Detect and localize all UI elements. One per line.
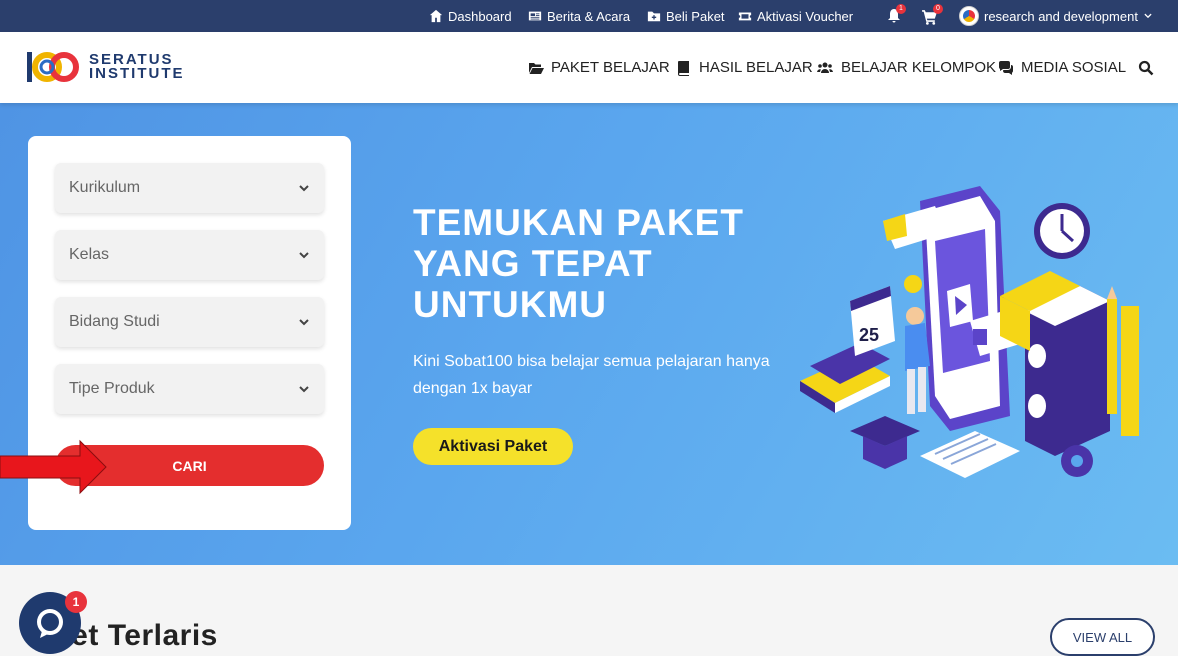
kurikulum-select[interactable]: Kurikulum	[55, 163, 324, 213]
aktivasi-paket-label: Aktivasi Paket	[438, 437, 548, 455]
top-bar: Dashboard Berita & Acara Beli Paket Akti…	[0, 0, 1178, 32]
notification-badge: 1	[896, 4, 906, 14]
main-header: SERATUS INSTITUTE PAKET BELAJAR HASIL BE…	[0, 32, 1178, 103]
nav-belajar-kelompok[interactable]: BELAJAR KELOMPOK	[816, 32, 996, 103]
chat-badge: 1	[65, 591, 87, 613]
folder-plus-icon	[647, 11, 661, 22]
chevron-down-icon	[299, 185, 309, 192]
hero-title: TEMUKAN PAKET YANG TEPAT UNTUKMU	[413, 202, 773, 325]
dashboard-link[interactable]: Dashboard	[429, 0, 512, 32]
aktivasi-paket-button[interactable]: Aktivasi Paket	[413, 428, 573, 465]
news-link[interactable]: Berita & Acara	[528, 0, 630, 32]
view-all-button[interactable]: VIEW ALL	[1050, 618, 1155, 656]
comments-icon	[998, 60, 1013, 75]
news-label: Berita & Acara	[547, 8, 631, 24]
folder-open-icon	[529, 62, 544, 74]
chevron-down-icon	[1144, 13, 1152, 19]
chevron-down-icon	[299, 386, 309, 393]
hero-title-line: YANG TEPAT	[413, 243, 653, 284]
book-icon	[678, 60, 689, 76]
search-icon	[1138, 60, 1154, 75]
logo-line-2: INSTITUTE	[89, 65, 185, 82]
tipe-produk-select[interactable]: Tipe Produk	[55, 364, 324, 414]
home-icon	[429, 9, 443, 23]
nav-paket-belajar[interactable]: PAKET BELAJAR	[528, 32, 670, 103]
hero-section: Kurikulum Kelas Bidang Studi Tipe Produk…	[0, 103, 1178, 565]
buy-package-link[interactable]: Beli Paket	[647, 0, 725, 32]
chat-bubble-icon	[37, 609, 63, 638]
chevron-down-icon	[299, 319, 309, 326]
nav-media-sosial[interactable]: MEDIA SOSIAL	[998, 32, 1126, 103]
hero-description: Kini Sobat100 bisa belajar semua pelajar…	[413, 353, 770, 397]
seratus-logo[interactable]: SERATUS INSTITUTE	[27, 50, 185, 84]
nav-label: BELAJAR KELOMPOK	[841, 59, 997, 76]
bidang-studi-select[interactable]: Bidang Studi	[55, 297, 324, 347]
logo-mark-icon	[27, 52, 79, 82]
nav-hasil-belajar[interactable]: HASIL BELAJAR	[676, 32, 813, 103]
users-icon	[817, 62, 833, 73]
hero-title-line: TEMUKAN PAKET	[413, 202, 744, 243]
user-name: research and development	[984, 8, 1138, 24]
dashboard-label: Dashboard	[448, 8, 512, 24]
ticket-icon	[738, 12, 752, 21]
cari-label: CARI	[172, 457, 207, 474]
select-value: Kurikulum	[69, 179, 141, 196]
select-value: Kelas	[69, 246, 110, 263]
chevron-down-icon	[299, 252, 309, 259]
select-value: Bidang Studi	[69, 313, 160, 330]
cart-badge: 0	[933, 4, 943, 14]
nav-label: HASIL BELAJAR	[699, 59, 813, 76]
buy-package-label: Beli Paket	[666, 8, 725, 24]
select-value: Tipe Produk	[69, 380, 155, 397]
nav-label: PAKET BELAJAR	[551, 59, 670, 76]
avatar	[959, 6, 979, 26]
voucher-link[interactable]: Aktivasi Voucher	[738, 0, 853, 32]
red-arrow-icon	[0, 439, 107, 495]
user-menu[interactable]: research and development	[959, 0, 1153, 32]
newspaper-icon	[528, 11, 542, 21]
search-button[interactable]	[1138, 32, 1154, 103]
voucher-label: Aktivasi Voucher	[757, 8, 854, 24]
nav-label: MEDIA SOSIAL	[1021, 59, 1127, 76]
hero-title-line: UNTUKMU	[413, 284, 608, 325]
kelas-select[interactable]: Kelas	[55, 230, 324, 280]
learning-illustration-icon: 25	[800, 186, 1139, 478]
view-all-label: VIEW ALL	[1072, 629, 1133, 645]
calendar-day: 25	[859, 325, 879, 345]
